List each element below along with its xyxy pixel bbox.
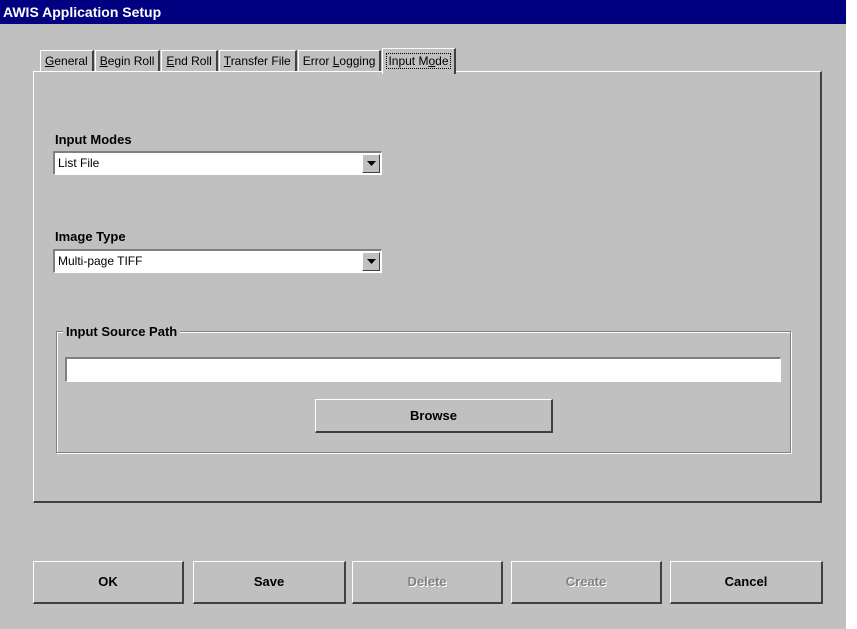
save-button[interactable]: Save <box>193 561 346 604</box>
window-title: AWIS Application Setup <box>0 0 846 24</box>
tab-end-roll[interactable]: End Roll <box>161 50 218 72</box>
tab-general[interactable]: General <box>40 50 94 72</box>
input-modes-value: List File <box>58 156 100 170</box>
tab-begin-roll[interactable]: Begin Roll <box>94 50 161 72</box>
chevron-down-icon[interactable] <box>362 154 380 173</box>
input-source-groupbox <box>56 331 791 453</box>
setup-window: AWIS Application Setup General Begin Rol… <box>0 0 846 629</box>
delete-button: Delete <box>352 561 503 604</box>
tab-input-mode[interactable]: Input Mode <box>382 48 456 74</box>
tab-transfer-file[interactable]: Transfer File <box>218 50 297 72</box>
ok-button[interactable]: OK <box>33 561 184 604</box>
image-type-dropdown[interactable]: Multi-page TIFF <box>53 249 382 273</box>
create-button: Create <box>511 561 662 604</box>
tab-error-logging[interactable]: Error Logging <box>297 50 382 72</box>
input-modes-dropdown[interactable]: List File <box>53 151 382 175</box>
chevron-down-icon[interactable] <box>362 252 380 271</box>
image-type-value: Multi-page TIFF <box>58 254 143 268</box>
input-modes-label: Input Modes <box>55 132 132 147</box>
browse-button[interactable]: Browse <box>315 399 553 433</box>
input-source-path-field[interactable] <box>65 357 781 382</box>
tab-strip: General Begin Roll End Roll Transfer Fil… <box>40 46 457 74</box>
cancel-button[interactable]: Cancel <box>670 561 823 604</box>
image-type-label: Image Type <box>55 229 126 244</box>
input-source-label: Input Source Path <box>63 324 181 339</box>
